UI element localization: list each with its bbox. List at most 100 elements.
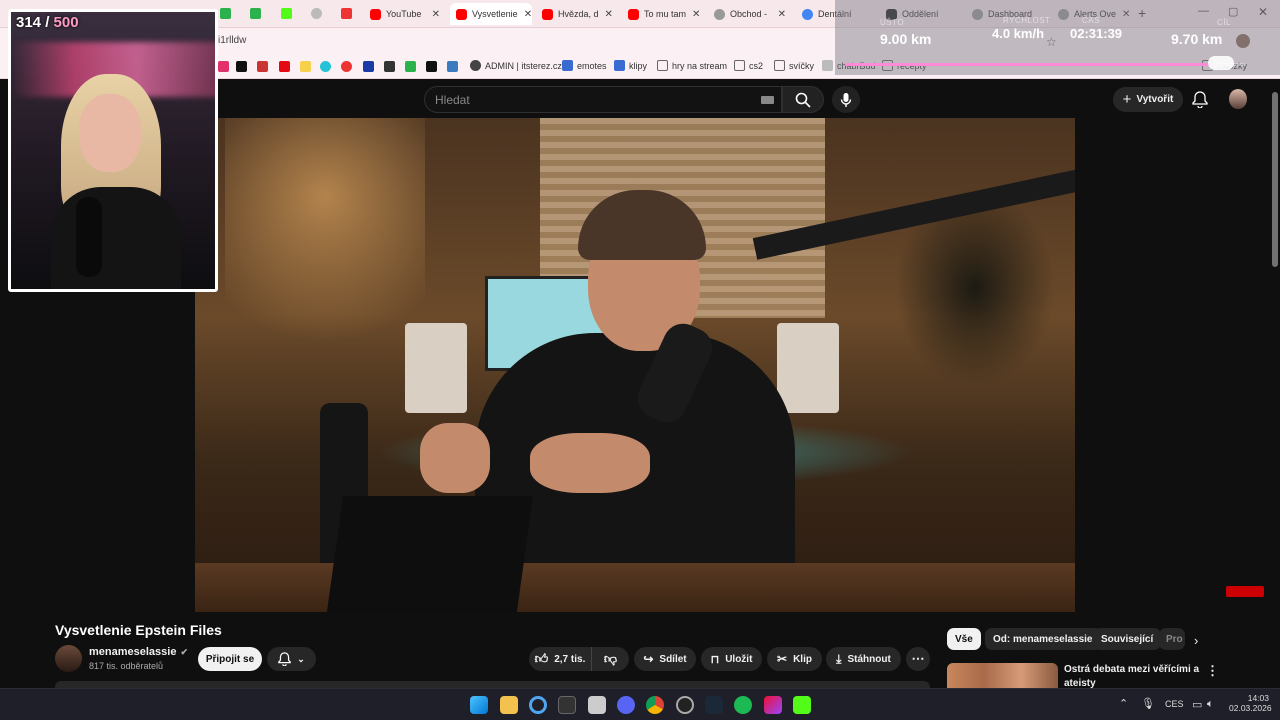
- share-label: Sdílet: [659, 653, 687, 665]
- plus-icon: +: [1122, 91, 1132, 108]
- subscribe-watermark[interactable]: [1226, 586, 1264, 597]
- pinned-tab-icon[interactable]: [311, 8, 322, 19]
- time-value: 02:31:39: [1070, 26, 1123, 41]
- tab-label: Vysvetlenie: [472, 9, 518, 19]
- channel-name[interactable]: menameselassie ✔: [89, 646, 188, 658]
- chip-more[interactable]: Pro: [1159, 628, 1185, 650]
- kick-tab-icon[interactable]: [281, 8, 292, 19]
- recommendation-title[interactable]: Ostrá debata mezi věřícími a ateisty: [1064, 663, 1199, 691]
- download-bookmark-icon[interactable]: [426, 61, 437, 72]
- bookmark-icon[interactable]: [384, 61, 395, 72]
- save-button[interactable]: ⊓ Uložit: [701, 647, 762, 671]
- tab-obchod[interactable]: Obchod - ✕: [708, 3, 792, 25]
- app-icon[interactable]: [676, 696, 694, 714]
- tab-to-mu-tam[interactable]: To mu tam ✕: [622, 3, 704, 25]
- paypal-icon[interactable]: [363, 61, 374, 72]
- pinned-tab-icon[interactable]: [250, 8, 261, 19]
- distance-label: UŠTO: [880, 18, 905, 27]
- x-icon[interactable]: [236, 61, 247, 72]
- bookmark-icon[interactable]: [257, 61, 268, 72]
- search-input[interactable]: Hledat: [424, 86, 782, 113]
- start-icon[interactable]: [470, 696, 488, 714]
- download-button[interactable]: ⤓ Stáhnout: [826, 647, 901, 671]
- video-player[interactable]: [195, 118, 1075, 612]
- close-icon[interactable]: ✕: [686, 9, 700, 20]
- app-icon[interactable]: [558, 696, 576, 714]
- speed-label: RYCHLOST: [1003, 16, 1051, 25]
- netflix-icon[interactable]: [279, 61, 290, 72]
- volume-icon[interactable]: 🔈︎: [1207, 698, 1214, 711]
- like-button[interactable]: 👍︎ 2,7 tis.: [529, 647, 592, 671]
- cloud-icon: [1208, 56, 1234, 70]
- bell-icon: [278, 652, 292, 666]
- app-icon[interactable]: [764, 696, 782, 714]
- lamp-glow: [225, 118, 425, 378]
- pinned-tab-icon[interactable]: [220, 8, 231, 19]
- chip-related[interactable]: Související: [1093, 628, 1162, 650]
- tab-vysvetlenie[interactable]: Vysvetlenie ✕: [450, 3, 532, 25]
- bookmark-icon[interactable]: [447, 61, 458, 72]
- instagram-icon[interactable]: [218, 61, 229, 72]
- bookmark-label: hry na stream: [672, 60, 728, 71]
- dislike-button[interactable]: 👎︎: [592, 647, 629, 671]
- share-button[interactable]: ↪ Sdílet: [634, 647, 696, 671]
- bookmark-emotes[interactable]: emotes: [562, 60, 607, 71]
- app-icon[interactable]: [529, 696, 547, 714]
- notification-bell-button[interactable]: ⌄: [267, 647, 316, 671]
- tab-hvezda[interactable]: Hvězda, d ✕: [536, 3, 618, 25]
- youtube-icon: [542, 8, 553, 20]
- kick-icon[interactable]: [793, 696, 811, 714]
- bookmark-klipy[interactable]: klipy: [614, 60, 647, 71]
- bookmark-label: emotes: [577, 60, 607, 71]
- search-button[interactable]: [782, 86, 824, 113]
- close-icon[interactable]: ✕: [518, 9, 532, 20]
- clip-button[interactable]: ✂ Klip: [767, 647, 822, 671]
- bookmark-folder[interactable]: cs2: [734, 60, 763, 71]
- bookmark-admin[interactable]: ADMIN | itsterez.cz: [470, 60, 562, 71]
- recommendation-thumbnail[interactable]: [947, 663, 1058, 689]
- bookmark-icon[interactable]: [320, 61, 331, 72]
- language-indicator[interactable]: CES: [1165, 699, 1184, 709]
- chip-all[interactable]: Vše: [947, 628, 981, 650]
- voice-search-button[interactable]: [832, 86, 860, 113]
- create-button[interactable]: + Vytvořit: [1113, 87, 1183, 112]
- chrome-icon[interactable]: [646, 696, 664, 714]
- tab-youtube[interactable]: YouTube ✕: [364, 3, 446, 25]
- chevron-right-icon[interactable]: ›: [1194, 633, 1198, 648]
- spotify-icon[interactable]: [734, 696, 752, 714]
- notifications-button[interactable]: [1192, 91, 1208, 108]
- close-icon[interactable]: ✕: [599, 9, 613, 20]
- progress-fill: [845, 63, 1217, 66]
- scrollbar[interactable]: [1272, 92, 1278, 267]
- more-actions-button[interactable]: ⋯: [906, 647, 930, 671]
- pinned-tab-icon[interactable]: [341, 8, 352, 19]
- bookmark-icon[interactable]: [405, 61, 416, 72]
- tab-label: YouTube: [386, 9, 422, 19]
- recommendation-menu-icon[interactable]: ⋮: [1206, 663, 1219, 679]
- app-icon[interactable]: [588, 696, 606, 714]
- folder-icon: [734, 60, 745, 71]
- avatar[interactable]: [1229, 89, 1247, 109]
- close-icon[interactable]: ✕: [772, 9, 786, 20]
- chevron-up-icon[interactable]: ⌃: [1119, 697, 1128, 710]
- chip-from-channel[interactable]: Od: menameselassie: [985, 628, 1101, 650]
- bookmark-folder[interactable]: hry na stream: [657, 60, 727, 71]
- clock[interactable]: 14:03 02.03.2026: [1229, 693, 1272, 713]
- search-icon: [795, 92, 811, 108]
- file-explorer-icon[interactable]: [500, 696, 518, 714]
- steam-icon[interactable]: [705, 696, 723, 714]
- scissors-icon: ✂: [777, 652, 788, 666]
- bookmark-folder[interactable]: svíčky: [774, 60, 814, 71]
- channel-avatar[interactable]: [55, 645, 82, 672]
- close-icon[interactable]: ✕: [426, 9, 440, 20]
- discord-icon[interactable]: [617, 696, 635, 714]
- bookmark-icon[interactable]: [300, 61, 311, 72]
- network-icon[interactable]: ▭: [1192, 698, 1202, 711]
- microphone-icon: [840, 92, 852, 107]
- bookmark-icon[interactable]: [341, 61, 352, 72]
- url-text[interactable]: i1rlldw: [218, 35, 246, 46]
- join-button[interactable]: Připojit se: [198, 647, 262, 671]
- microphone-icon[interactable]: 🎙︎: [1141, 697, 1155, 710]
- clip-label: Klip: [793, 653, 812, 665]
- keyboard-icon[interactable]: [761, 96, 774, 104]
